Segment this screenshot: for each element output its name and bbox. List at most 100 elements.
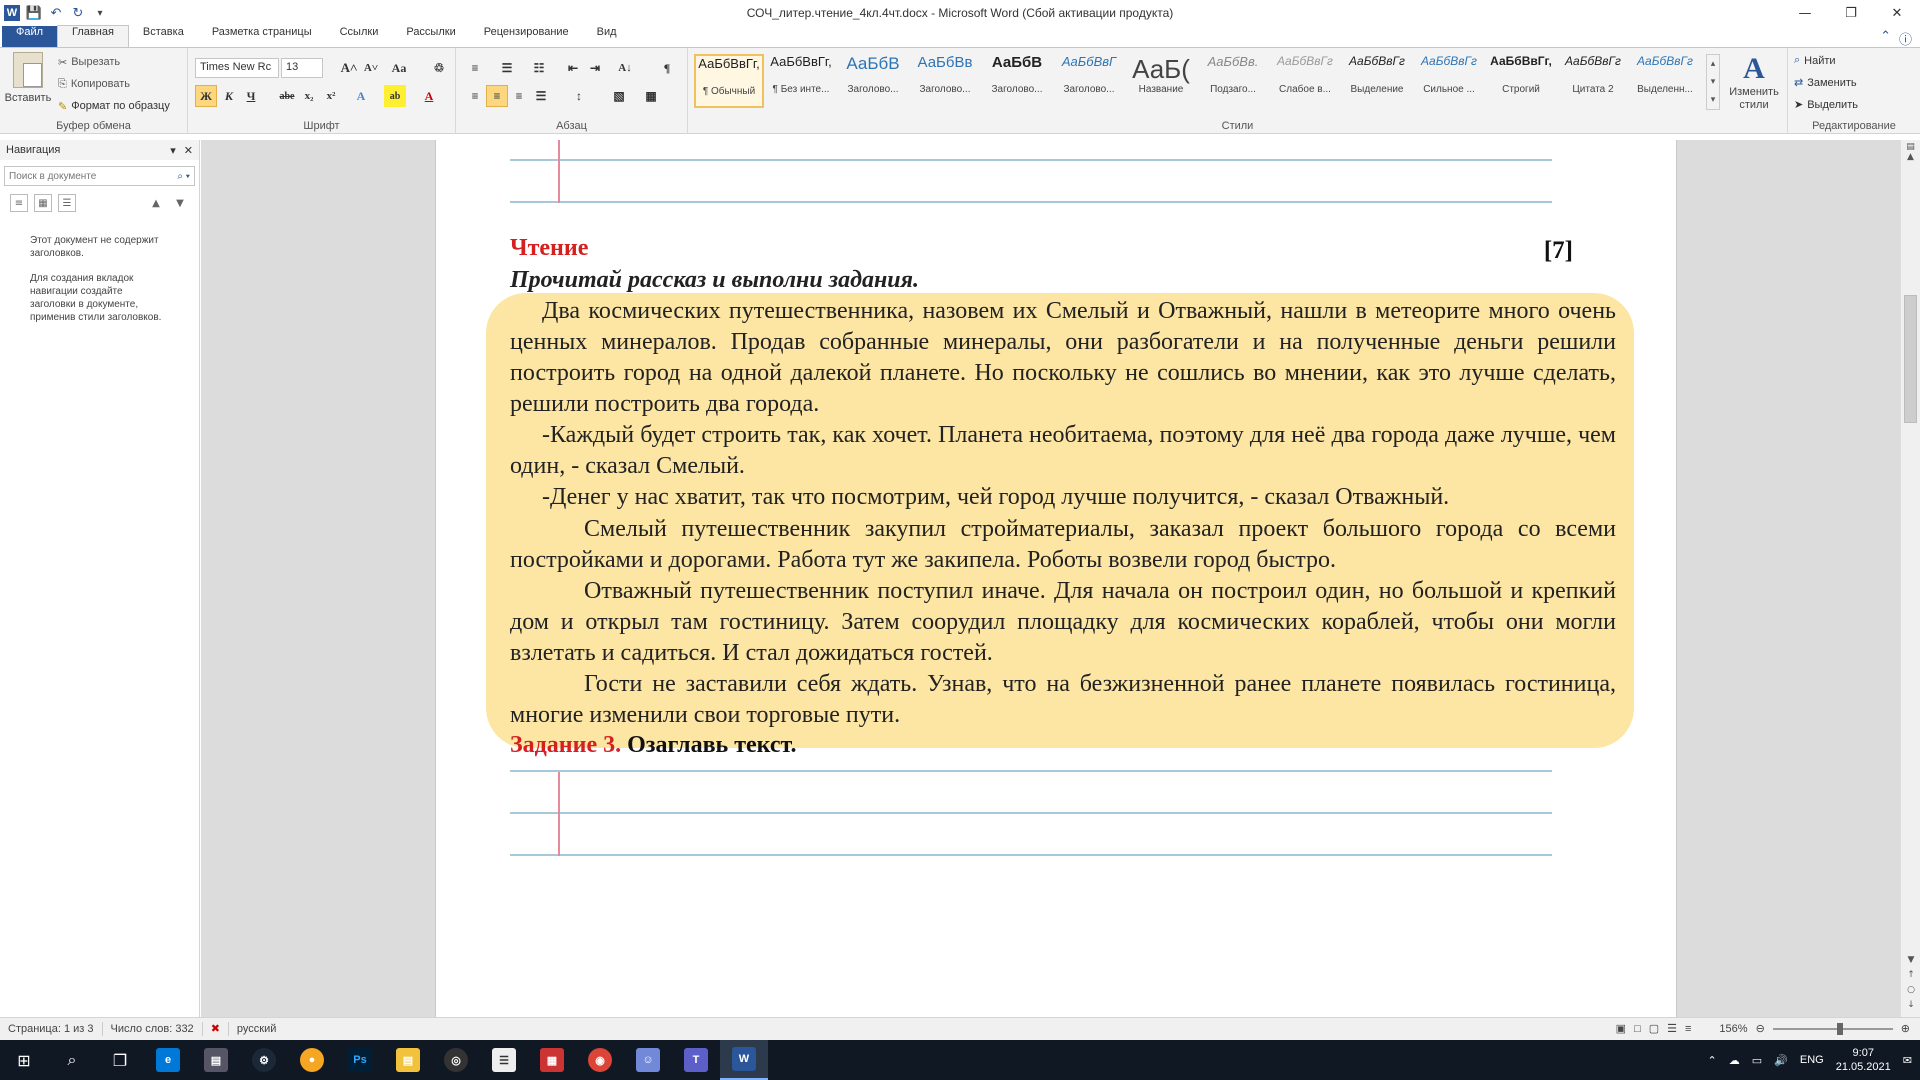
- decrease-indent-icon[interactable]: ⇤: [562, 57, 584, 79]
- style-intense-emphasis[interactable]: АаБбВвГг Сильное ...: [1414, 54, 1484, 108]
- app-icon[interactable]: ▦: [528, 1040, 576, 1080]
- underline-icon[interactable]: Ч: [240, 85, 262, 107]
- shrink-font-icon[interactable]: A˅: [360, 57, 382, 79]
- clear-formatting-icon[interactable]: ♲: [428, 57, 450, 79]
- tab-file[interactable]: Файл: [2, 26, 58, 47]
- scroll-thumb[interactable]: [1904, 295, 1917, 423]
- style-intense-quote[interactable]: АаБбВвГг Выделенн...: [1630, 54, 1700, 108]
- line-spacing-icon[interactable]: ↕: [568, 85, 590, 107]
- zoom-out-icon[interactable]: ⊖: [1756, 1022, 1765, 1035]
- minimize-button[interactable]: —: [1782, 0, 1828, 26]
- store-icon[interactable]: ▤: [192, 1040, 240, 1080]
- grow-font-icon[interactable]: A˄: [338, 57, 360, 79]
- next-result-icon[interactable]: ▼: [171, 194, 189, 212]
- tab-review[interactable]: Рецензирование: [470, 26, 583, 47]
- cut-button[interactable]: ✂ Вырезать: [58, 52, 120, 72]
- replace-button[interactable]: ⇄ Заменить: [1794, 76, 1857, 90]
- font-family-select[interactable]: Times New Rc: [195, 58, 279, 78]
- increase-indent-icon[interactable]: ⇥: [584, 57, 606, 79]
- text-effects-icon[interactable]: A: [350, 85, 372, 107]
- word-logo-icon[interactable]: W: [4, 5, 20, 21]
- notifications-icon[interactable]: ✉: [1903, 1054, 1912, 1067]
- select-button[interactable]: ➤ Выделить: [1794, 98, 1858, 112]
- paste-button[interactable]: Вставить: [4, 52, 52, 104]
- style-heading-2[interactable]: АаБбВв Заголово...: [910, 54, 980, 108]
- shading-icon[interactable]: ▧: [608, 85, 630, 107]
- scroll-down-icon[interactable]: ▼: [1901, 953, 1920, 968]
- tab-insert[interactable]: Вставка: [129, 26, 198, 47]
- nav-menu-icon[interactable]: ▾: [170, 144, 176, 157]
- style-heading-3[interactable]: АаБбВ Заголово...: [982, 54, 1052, 108]
- search-icon[interactable]: ⌕ ▾: [177, 171, 190, 182]
- steam-icon[interactable]: ⚙: [240, 1040, 288, 1080]
- superscript-icon[interactable]: x²: [320, 85, 342, 107]
- style-heading-4[interactable]: АаБбВвГ Заголово...: [1054, 54, 1124, 108]
- customize-qat-icon[interactable]: ▾: [92, 5, 108, 21]
- redo-icon[interactable]: ↻: [70, 5, 86, 21]
- multilevel-list-icon[interactable]: ☷: [528, 57, 550, 79]
- nav-close-icon[interactable]: ✕: [184, 144, 193, 157]
- style-subtle-emphasis[interactable]: АаБбВвГг Слабое в...: [1270, 54, 1340, 108]
- full-screen-icon[interactable]: □: [1634, 1023, 1641, 1035]
- page-count[interactable]: Страница: 1 из 3: [0, 1022, 103, 1036]
- help-icon[interactable]: ⓘ: [1899, 29, 1912, 48]
- tab-page-layout[interactable]: Разметка страницы: [198, 26, 326, 47]
- change-case-icon[interactable]: Aa: [388, 57, 410, 79]
- language-indicator[interactable]: русский: [229, 1022, 284, 1036]
- zoom-level[interactable]: 156%: [1719, 1023, 1747, 1035]
- copy-button[interactable]: ⎘ Копировать: [58, 74, 130, 94]
- word-taskbar-icon[interactable]: W: [720, 1040, 768, 1080]
- borders-icon[interactable]: ▦: [640, 85, 662, 107]
- save-icon[interactable]: 💾: [26, 5, 42, 21]
- style-normal[interactable]: АаБбВвГг, ¶ Обычный: [694, 54, 764, 108]
- onedrive-icon[interactable]: ☁: [1729, 1054, 1740, 1067]
- find-button[interactable]: ⌕ Найти: [1794, 54, 1836, 67]
- close-button[interactable]: ✕: [1874, 0, 1920, 26]
- restore-button[interactable]: ❐: [1828, 0, 1874, 26]
- tab-references[interactable]: Ссылки: [326, 26, 393, 47]
- word-count[interactable]: Число слов: 332: [103, 1022, 203, 1036]
- italic-icon[interactable]: К: [218, 85, 240, 107]
- notepad-icon[interactable]: ☰: [480, 1040, 528, 1080]
- prev-result-icon[interactable]: ▲: [147, 194, 165, 212]
- align-left-icon[interactable]: ≡: [464, 85, 486, 107]
- tab-mailings[interactable]: Рассылки: [392, 26, 469, 47]
- photoshop-icon[interactable]: Ps: [336, 1040, 384, 1080]
- styles-scroll-icon[interactable]: ▴ ▾ ▾: [1706, 54, 1720, 110]
- task-view-icon[interactable]: ❐: [96, 1040, 144, 1080]
- next-page-icon[interactable]: ↓: [1901, 998, 1920, 1013]
- sort-icon[interactable]: A↓: [614, 57, 636, 79]
- style-heading-1[interactable]: АаБбВ Заголово...: [838, 54, 908, 108]
- zoom-slider[interactable]: [1772, 1022, 1893, 1035]
- search-icon[interactable]: ⌕: [48, 1040, 96, 1080]
- media-icon[interactable]: ◎: [432, 1040, 480, 1080]
- align-center-icon[interactable]: ≡: [486, 85, 508, 107]
- bold-icon[interactable]: Ж: [195, 85, 217, 107]
- windows-start-icon[interactable]: ⊞: [0, 1040, 48, 1080]
- tray-expand-icon[interactable]: ⌃: [1708, 1054, 1717, 1067]
- style-strong[interactable]: АаБбВвГг, Строгий: [1486, 54, 1556, 108]
- document-page[interactable]: Чтение [7] Прочитай рассказ и выполни за…: [435, 140, 1677, 1017]
- print-layout-icon[interactable]: ▣: [1616, 1022, 1626, 1035]
- minimize-ribbon-icon[interactable]: ⌃: [1880, 29, 1891, 48]
- file-explorer-icon[interactable]: ▤: [384, 1040, 432, 1080]
- zoom-slider-knob[interactable]: [1836, 1022, 1843, 1035]
- subscript-icon[interactable]: x₂: [298, 85, 320, 107]
- justify-icon[interactable]: ☰: [530, 85, 552, 107]
- browse-object-icon[interactable]: ○: [1901, 983, 1920, 998]
- style-emphasis[interactable]: АаБбВвГг Выделение: [1342, 54, 1412, 108]
- tab-view[interactable]: Вид: [583, 26, 631, 47]
- style-no-spacing[interactable]: АаБбВвГг, ¶ Без инте...: [766, 54, 836, 108]
- zoom-in-icon[interactable]: ⊕: [1901, 1022, 1910, 1035]
- format-painter-button[interactable]: ✎ Формат по образцу: [58, 96, 170, 116]
- undo-icon[interactable]: ↶: [48, 5, 64, 21]
- ruler-toggle-icon[interactable]: ▤: [1901, 142, 1920, 152]
- highlight-color-icon[interactable]: ab: [384, 85, 406, 107]
- pilcrow-icon[interactable]: ¶: [656, 57, 678, 79]
- align-right-icon[interactable]: ≡: [508, 85, 530, 107]
- browser-icon[interactable]: ●: [288, 1040, 336, 1080]
- change-styles-button[interactable]: A Изменить стили: [1722, 52, 1786, 112]
- vertical-scrollbar[interactable]: ▤ ▲ ▼ ↑ ○ ↓: [1900, 140, 1920, 1017]
- input-language[interactable]: ENG: [1800, 1054, 1824, 1066]
- chrome-icon[interactable]: ◉: [576, 1040, 624, 1080]
